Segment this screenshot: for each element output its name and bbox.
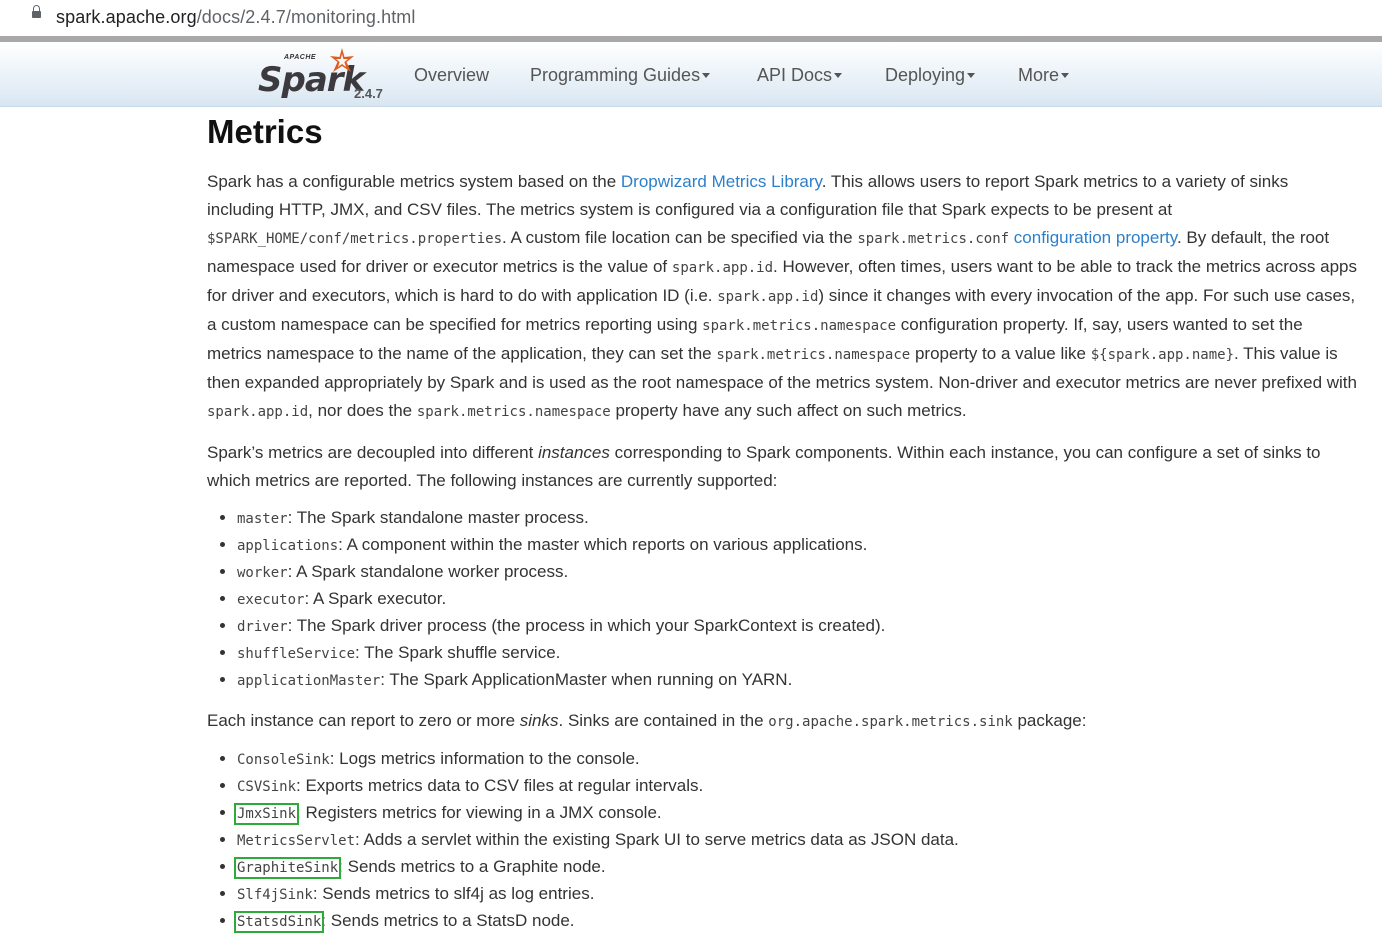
- sinks-list: ConsoleSink: Logs metrics information to…: [207, 746, 1357, 935]
- code-metrics-namespace: spark.metrics.namespace: [702, 318, 897, 334]
- code-app-id: spark.app.id: [207, 404, 309, 420]
- list-item: worker: A Spark standalone worker proces…: [237, 559, 1357, 586]
- url-path: /docs/2.4.7/monitoring.html: [196, 7, 416, 27]
- address-bar[interactable]: spark.apache.org/docs/2.4.7/monitoring.h…: [0, 0, 1382, 36]
- nav-api-docs-label: API Docs: [757, 65, 833, 85]
- list-item: applicationMaster: The Spark Application…: [237, 667, 1357, 694]
- sink-code: CSVSink: [237, 779, 297, 795]
- intro-paragraph: Spark has a configurable metrics system …: [207, 168, 1357, 426]
- page-title: Metrics: [207, 113, 323, 150]
- spark-logo[interactable]: APACHE Spark 2.4.7: [256, 47, 396, 102]
- nav-api-docs[interactable]: API Docs: [757, 65, 843, 86]
- text: property have any such affect on such me…: [610, 401, 967, 420]
- nav-deploying-label: Deploying: [885, 65, 966, 85]
- code-app-name: ${spark.app.name}: [1090, 347, 1235, 363]
- text: . Sinks are contained in the: [558, 711, 769, 730]
- spark-star-icon: [330, 48, 354, 72]
- text: . A custom file location can be specifie…: [502, 228, 858, 247]
- nav-programming-guides-label: Programming Guides: [530, 65, 701, 85]
- sink-desc: : Logs metrics information to the consol…: [329, 749, 640, 768]
- nav-overview-label: Overview: [414, 65, 490, 85]
- url-host: spark.apache.org: [56, 7, 197, 27]
- site-navbar: APACHE Spark 2.4.7 Overview Programming …: [0, 42, 1382, 107]
- instance-code: applicationMaster: [237, 673, 381, 689]
- text: property to a value like: [910, 344, 1091, 363]
- code-metrics-conf: spark.metrics.conf: [857, 231, 1010, 247]
- instances-list: master: The Spark standalone master proc…: [207, 505, 1357, 694]
- nav-overview[interactable]: Overview: [414, 65, 489, 86]
- emphasis-sinks: sinks: [519, 711, 559, 730]
- url-text[interactable]: spark.apache.org/docs/2.4.7/monitoring.h…: [56, 7, 416, 28]
- list-item: StatsdSink: Sends metrics to a StatsD no…: [233, 908, 1357, 935]
- sink-desc: : Sends metrics to a Graphite node.: [338, 857, 606, 876]
- list-item: ConsoleSink: Logs metrics information to…: [237, 746, 1357, 773]
- text: Spark’s metrics are decoupled into diffe…: [207, 443, 539, 462]
- nav-programming-guides[interactable]: Programming Guides: [530, 65, 711, 86]
- list-item: master: The Spark standalone master proc…: [237, 505, 1357, 532]
- code-app-id: spark.app.id: [717, 289, 819, 305]
- instance-desc: : The Spark shuffle service.: [355, 643, 561, 662]
- instance-desc: : The Spark driver process (the process …: [287, 616, 886, 635]
- main-content: Metrics Spark has a configurable metrics…: [207, 110, 1357, 935]
- instance-code: shuffleService: [237, 646, 356, 662]
- list-item: executor: A Spark executor.: [237, 586, 1357, 613]
- instance-code: executor: [237, 592, 305, 608]
- list-item: applications: A component within the mas…: [237, 532, 1357, 559]
- instance-desc: : A component within the master which re…: [338, 535, 868, 554]
- sink-code: Slf4jSink: [237, 887, 313, 903]
- sink-desc: : Exports metrics data to CSV files at r…: [296, 776, 704, 795]
- instance-code: applications: [237, 538, 339, 554]
- code-metrics-namespace: spark.metrics.namespace: [716, 347, 911, 363]
- dropwizard-link[interactable]: Dropwizard Metrics Library: [621, 172, 822, 191]
- text: Each instance can report to zero or more: [207, 711, 520, 730]
- caret-down-icon: [967, 72, 976, 78]
- list-item: GraphiteSink: Sends metrics to a Graphit…: [233, 854, 1357, 881]
- instances-paragraph: Spark’s metrics are decoupled into diffe…: [207, 439, 1357, 495]
- sink-code-highlighted: StatsdSink: [233, 911, 325, 933]
- sink-code: ConsoleSink: [237, 752, 330, 768]
- configuration-property-link[interactable]: configuration property: [1014, 228, 1177, 247]
- text: package:: [1012, 711, 1087, 730]
- version-label: 2.4.7: [354, 86, 383, 101]
- instance-code: master: [237, 511, 288, 527]
- instance-desc: : A Spark executor.: [304, 589, 447, 608]
- text: , nor does the: [308, 401, 417, 420]
- sink-code-highlighted: GraphiteSink: [233, 857, 342, 879]
- sink-desc: : Sends metrics to slf4j as log entries.: [312, 884, 595, 903]
- sink-code-highlighted: JmxSink: [233, 803, 300, 825]
- list-item: shuffleService: The Spark shuffle servic…: [237, 640, 1357, 667]
- list-item: MetricsServlet: Adds a servlet within th…: [237, 827, 1357, 854]
- instance-code: driver: [237, 619, 288, 635]
- sink-desc: : Registers metrics for viewing in a JMX…: [296, 803, 662, 822]
- list-item: driver: The Spark driver process (the pr…: [237, 613, 1357, 640]
- list-item: JmxSink: Registers metrics for viewing i…: [233, 800, 1357, 827]
- list-item: CSVSink: Exports metrics data to CSV fil…: [237, 773, 1357, 800]
- code-metrics-namespace: spark.metrics.namespace: [416, 404, 611, 420]
- text: Spark has a configurable metrics system …: [207, 172, 621, 191]
- instance-desc: : The Spark ApplicationMaster when runni…: [380, 670, 793, 689]
- instance-code: worker: [237, 565, 288, 581]
- caret-down-icon: [1061, 72, 1070, 78]
- code-metrics-properties: $SPARK_HOME/conf/metrics.properties: [207, 231, 503, 247]
- emphasis-instances: instances: [538, 443, 610, 462]
- sink-desc: : Sends metrics to a StatsD node.: [321, 911, 575, 930]
- caret-down-icon: [702, 72, 711, 78]
- sink-desc: : Adds a servlet within the existing Spa…: [355, 830, 959, 849]
- nav-more[interactable]: More: [1018, 65, 1070, 86]
- code-sink-package: org.apache.spark.metrics.sink: [768, 714, 1013, 730]
- sinks-paragraph: Each instance can report to zero or more…: [207, 707, 1357, 736]
- instance-desc: : The Spark standalone master process.: [287, 508, 589, 527]
- code-app-id: spark.app.id: [671, 260, 774, 276]
- instance-desc: : A Spark standalone worker process.: [287, 562, 569, 581]
- lock-icon[interactable]: [32, 5, 41, 18]
- nav-deploying[interactable]: Deploying: [885, 65, 976, 86]
- nav-more-label: More: [1018, 65, 1060, 85]
- caret-down-icon: [834, 72, 843, 78]
- sink-code: MetricsServlet: [237, 833, 356, 849]
- list-item: Slf4jSink: Sends metrics to slf4j as log…: [237, 881, 1357, 908]
